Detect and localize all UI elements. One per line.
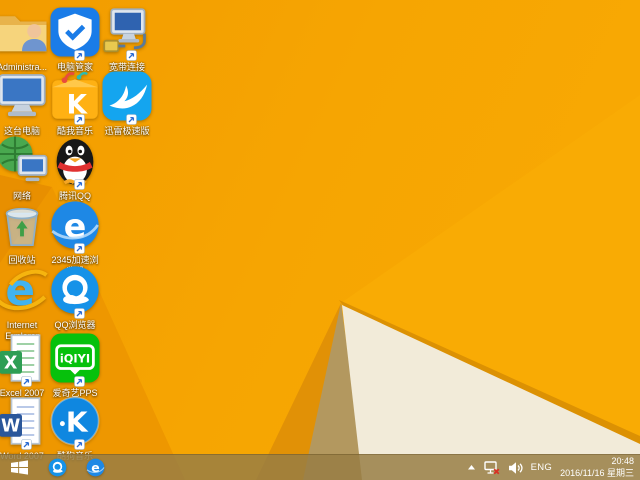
pc-manager-icon xyxy=(47,4,103,61)
taskbar-qq-browser-button[interactable] xyxy=(38,455,76,480)
desktop-icon-broadband[interactable]: 宽带连接 xyxy=(99,4,155,73)
shortcut-arrow-icon xyxy=(74,50,85,61)
taskbar-clock[interactable]: 20:48 2016/11/16 星期三 xyxy=(560,456,634,479)
shortcut-arrow-icon xyxy=(21,439,32,450)
ie-icon: e xyxy=(0,262,50,318)
e-browser-icon: e xyxy=(85,457,106,478)
clock-date: 2016/11/16 星期三 xyxy=(560,467,634,478)
network-icon xyxy=(0,133,50,189)
word-icon: W xyxy=(0,393,50,450)
kuwo-icon: K xyxy=(47,68,103,125)
system-tray: ENG 20:48 2016/11/16 星期三 xyxy=(467,455,640,480)
desktop-icon-xunlei-speed[interactable]: 迅雷极速版 xyxy=(99,68,155,137)
volume-button[interactable] xyxy=(508,455,523,480)
desktop-icon-iqiyi-pps[interactable]: iQIYI 爱奇艺PPS xyxy=(47,330,103,399)
shortcut-arrow-icon xyxy=(74,308,85,319)
shortcut-arrow-icon xyxy=(74,376,85,387)
shortcut-arrow-icon xyxy=(74,439,85,450)
speaker-icon xyxy=(508,461,523,475)
chevron-up-icon xyxy=(467,464,476,471)
desktop-icon-network[interactable]: 网络 xyxy=(0,133,50,202)
taskbar: e ENG 20:48 2016/11/16 星期三 xyxy=(0,454,640,480)
shortcut-arrow-icon xyxy=(74,243,85,254)
desktop-icon-recycle-bin[interactable]: 回收站 xyxy=(0,197,50,266)
e-browser-icon: e xyxy=(47,197,103,254)
taskbar-2345-browser-button[interactable]: e xyxy=(76,455,114,480)
desktop-icon-excel-2007[interactable]: X Excel 2007 xyxy=(0,330,50,399)
language-label: ENG xyxy=(530,462,553,473)
icon-label: 迅雷极速版 xyxy=(104,126,150,136)
shortcut-arrow-icon xyxy=(21,376,32,387)
qq-icon xyxy=(47,133,103,190)
desktop-icon-this-pc[interactable]: 这台电脑 xyxy=(0,68,50,137)
start-button[interactable] xyxy=(0,455,38,480)
shortcut-arrow-icon xyxy=(126,50,137,61)
desktop-icon-kuwo-music[interactable]: K 酷我音乐 xyxy=(47,68,103,137)
kugou-icon: K xyxy=(47,393,103,450)
excel-icon: X xyxy=(0,330,50,387)
taskbar-apps: e xyxy=(38,455,114,480)
svg-text:W: W xyxy=(1,417,20,437)
shortcut-arrow-icon xyxy=(74,114,85,125)
network-disconnected-icon xyxy=(483,460,500,475)
svg-text:X: X xyxy=(4,354,18,374)
xunlei-icon xyxy=(99,68,155,125)
iqiyi-icon: iQIYI xyxy=(47,330,103,387)
desktop-icon-kugou-music[interactable]: K酷狗音乐 xyxy=(47,393,103,462)
qq-browser-icon xyxy=(47,457,68,478)
desktop-icon-qq-browser[interactable]: QQ浏览器 xyxy=(47,262,103,331)
this-pc-icon xyxy=(0,68,50,124)
desktop-icon-pc-manager[interactable]: 电脑管家 xyxy=(47,4,103,73)
shortcut-arrow-icon xyxy=(74,179,85,190)
svg-text:K: K xyxy=(66,406,89,439)
clock-time: 20:48 xyxy=(611,455,634,466)
shortcut-arrow-icon xyxy=(126,114,137,125)
qq-browser-icon xyxy=(47,262,103,319)
desktop-icon-word-2007[interactable]: WWord 2007 xyxy=(0,393,50,462)
recycle-bin-icon xyxy=(0,197,50,253)
windows-logo-icon xyxy=(10,460,28,475)
network-status-button[interactable] xyxy=(483,455,500,480)
svg-text:iQIYI: iQIYI xyxy=(60,352,90,366)
broadband-icon xyxy=(99,4,155,61)
desktop: Administra... 电脑管家 宽带连接 这台电脑 K 酷我音乐 迅雷极速版网络 腾讯Q… xyxy=(0,0,640,480)
show-hidden-icons-button[interactable] xyxy=(467,455,476,480)
desktop-icon-tencent-qq[interactable]: 腾讯QQ xyxy=(47,133,103,202)
user-folder-icon xyxy=(0,4,50,60)
desktop-icon-administrator[interactable]: Administra... xyxy=(0,4,50,73)
language-indicator[interactable]: ENG xyxy=(531,455,553,480)
